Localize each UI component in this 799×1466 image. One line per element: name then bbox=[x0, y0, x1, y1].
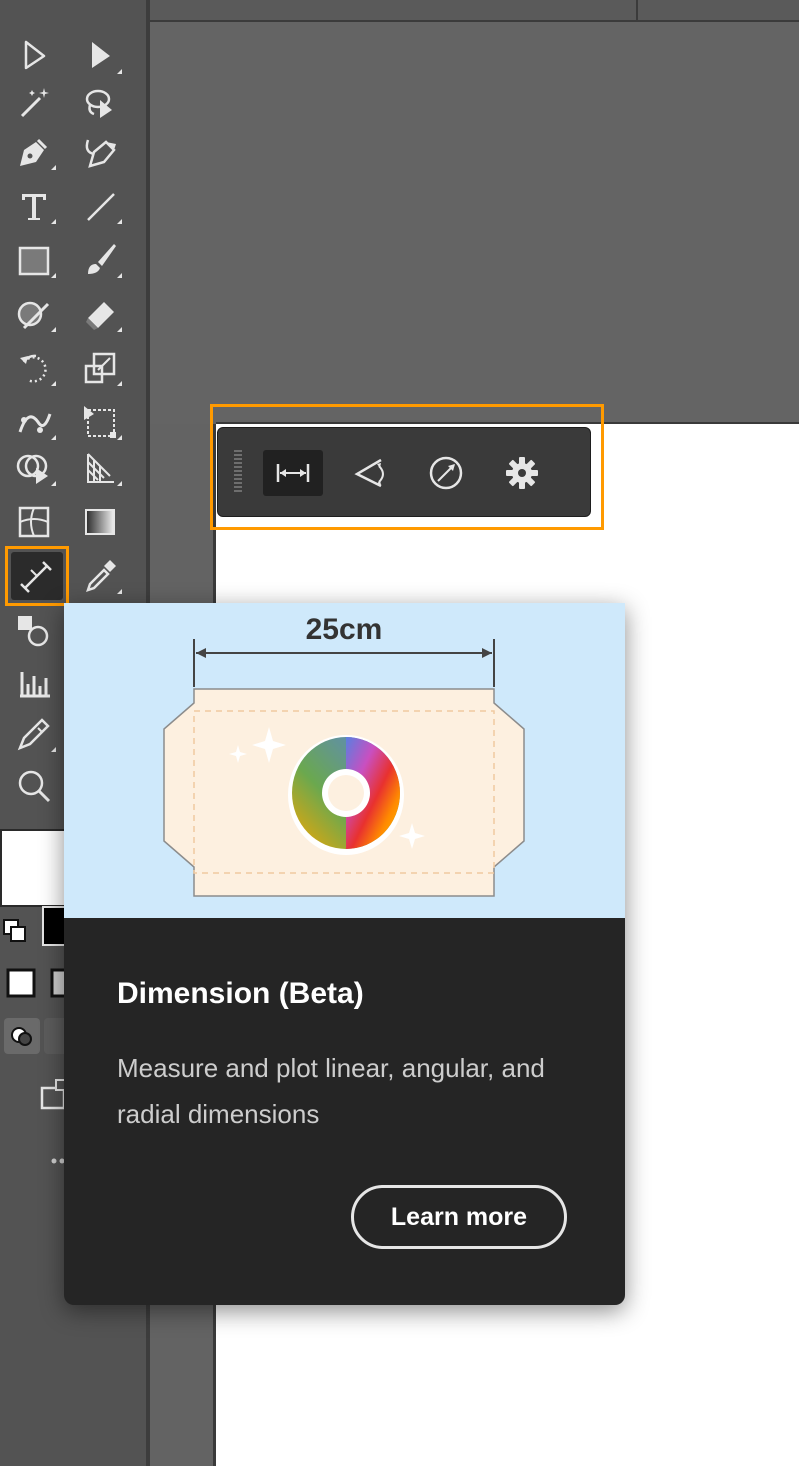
blend-tool[interactable] bbox=[10, 608, 58, 652]
perspective-grid-tool-icon bbox=[87, 453, 114, 483]
puppet-warp-tool[interactable] bbox=[10, 400, 58, 444]
learn-more-button[interactable]: Learn more bbox=[351, 1185, 567, 1249]
color-mode-buttons[interactable] bbox=[4, 966, 66, 1000]
type-tool-icon bbox=[22, 194, 46, 220]
dimension-illustration bbox=[163, 639, 525, 897]
draw-mode-buttons[interactable] bbox=[4, 1016, 66, 1056]
lasso-tool-icon bbox=[85, 89, 112, 118]
blend-tool-icon bbox=[18, 616, 49, 647]
line-segment-tool[interactable] bbox=[76, 184, 124, 228]
curvature-tool[interactable] bbox=[76, 130, 124, 174]
eraser-tool-icon bbox=[86, 302, 114, 330]
free-transform-tool[interactable] bbox=[76, 400, 124, 444]
direct-selection-tool[interactable] bbox=[76, 34, 124, 78]
lasso-tool[interactable] bbox=[76, 82, 124, 126]
rectangle-tool-icon bbox=[18, 246, 50, 276]
stroke-swatch[interactable] bbox=[42, 906, 66, 946]
mesh-tool-icon bbox=[18, 506, 50, 538]
tab-divider bbox=[636, 0, 638, 20]
gradient-tool-icon bbox=[85, 509, 115, 535]
graph-tool-icon bbox=[20, 672, 50, 698]
gradient-tool[interactable] bbox=[76, 500, 124, 544]
shape-builder-tool-icon bbox=[16, 454, 48, 484]
artboard-tool-icon bbox=[17, 718, 50, 751]
zoom-tool-icon bbox=[18, 770, 51, 803]
shape-builder-tool[interactable] bbox=[10, 446, 58, 490]
context-bar-highlight bbox=[210, 404, 604, 530]
line-segment-tool-icon bbox=[87, 193, 115, 221]
scale-tool[interactable] bbox=[76, 346, 124, 390]
pen-tool-icon bbox=[20, 138, 48, 166]
pasteboard[interactable] bbox=[150, 22, 799, 424]
shaper-tool-icon bbox=[17, 301, 50, 330]
dimension-tool-tooltip: 25cm Dimension (Beta) Measure and plot l… bbox=[64, 603, 625, 1305]
graph-tool[interactable] bbox=[10, 660, 58, 704]
eraser-tool[interactable] bbox=[76, 292, 124, 336]
magic-wand-tool[interactable] bbox=[10, 82, 58, 126]
shaper-tool[interactable] bbox=[10, 292, 58, 336]
perspective-grid-tool[interactable] bbox=[76, 446, 124, 490]
selection-tool[interactable] bbox=[10, 34, 58, 78]
zoom-tool[interactable] bbox=[10, 764, 58, 808]
mesh-tool[interactable] bbox=[10, 500, 58, 544]
artboard-tool[interactable] bbox=[10, 712, 58, 756]
selection-tool-icon bbox=[24, 40, 46, 70]
direct-selection-tool-icon bbox=[92, 42, 110, 68]
document-tab-bar bbox=[150, 0, 799, 22]
rectangle-tool[interactable] bbox=[10, 238, 58, 282]
tooltip-illustration: 25cm bbox=[64, 603, 625, 918]
eyedropper-tool[interactable] bbox=[76, 554, 124, 598]
swap-fill-stroke-icon[interactable] bbox=[2, 916, 28, 944]
rotate-tool[interactable] bbox=[10, 346, 58, 390]
curvature-tool-icon bbox=[85, 139, 116, 168]
dimension-label: 25cm bbox=[305, 613, 383, 646]
paintbrush-tool[interactable] bbox=[76, 238, 124, 282]
magic-wand-tool-icon bbox=[20, 88, 49, 118]
free-transform-tool-icon bbox=[84, 406, 116, 438]
paintbrush-tool-icon bbox=[88, 244, 116, 274]
rotate-tool-icon bbox=[20, 354, 47, 383]
scale-tool-icon bbox=[84, 352, 116, 384]
puppet-warp-tool-icon bbox=[18, 413, 52, 433]
tooltip-title: Dimension (Beta) bbox=[117, 977, 364, 1010]
fill-swatch[interactable] bbox=[0, 829, 66, 907]
tooltip-description: Measure and plot linear, angular, and ra… bbox=[117, 1053, 545, 1129]
eyedropper-tool-icon bbox=[86, 560, 116, 592]
dimension-tool-highlight bbox=[5, 546, 69, 606]
pen-tool[interactable] bbox=[10, 130, 58, 174]
type-tool[interactable] bbox=[10, 184, 58, 228]
